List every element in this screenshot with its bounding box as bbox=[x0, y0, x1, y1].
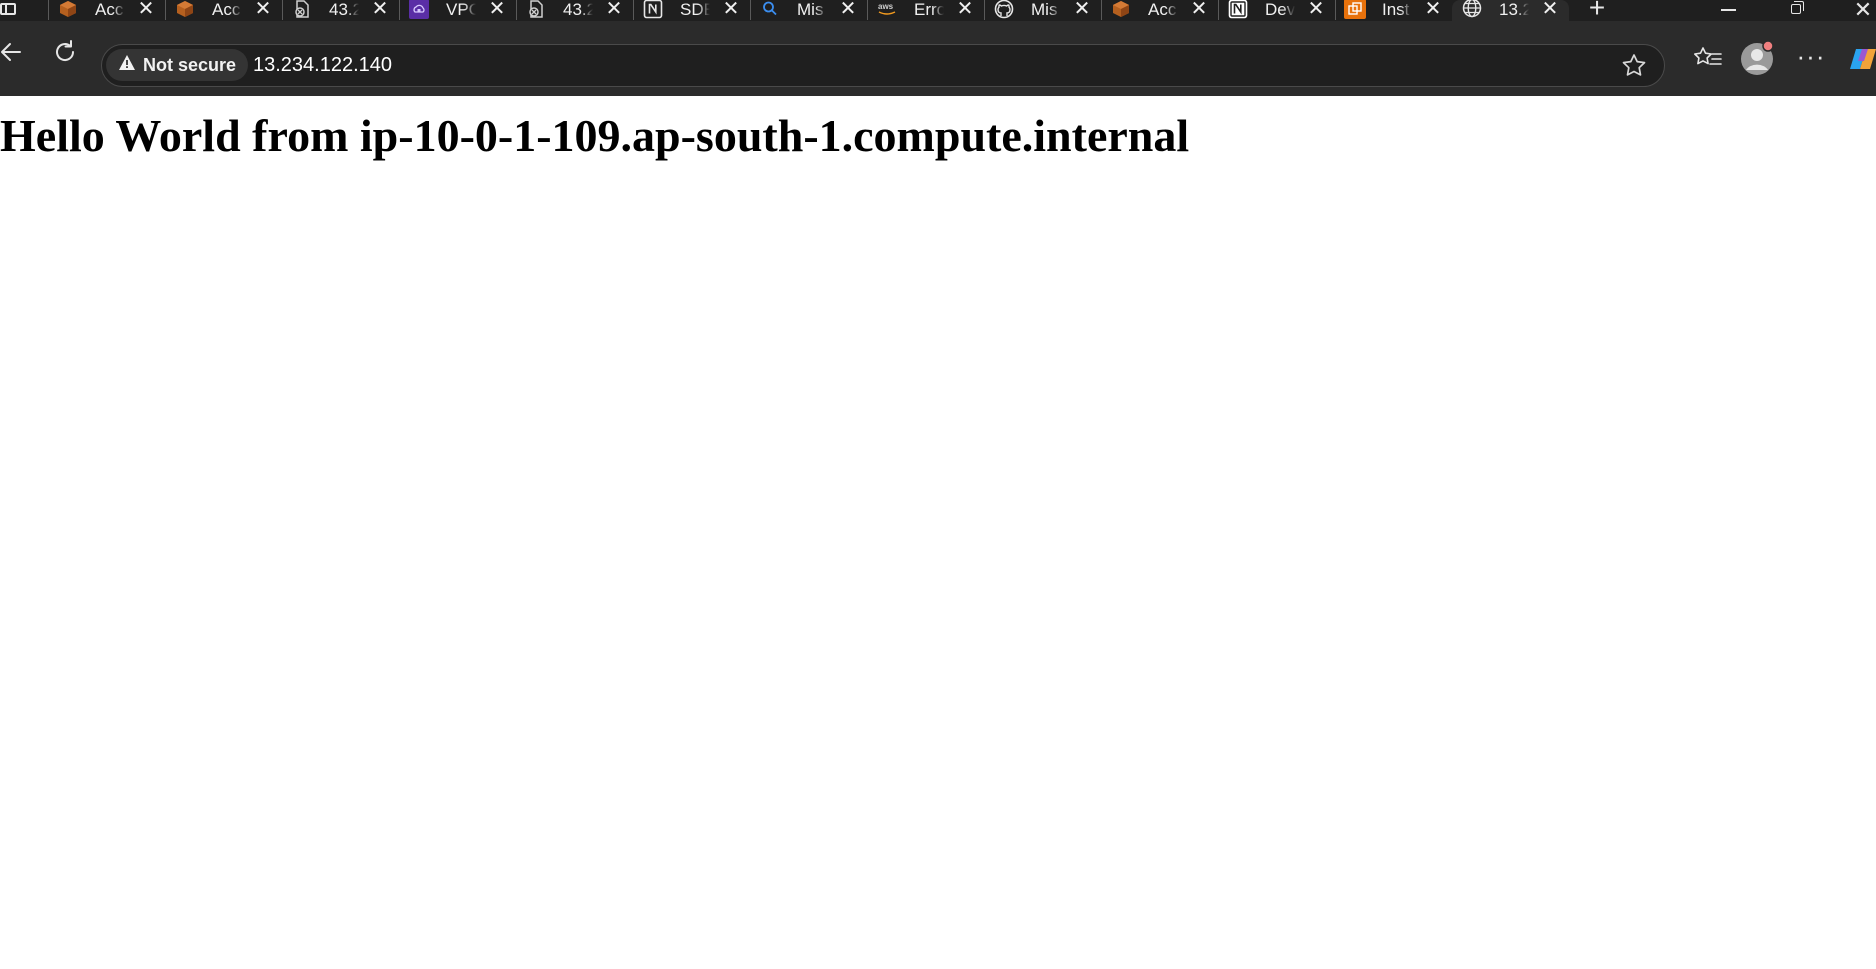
tab[interactable]: SDE ✕ bbox=[633, 0, 750, 21]
tab[interactable]: Mis ✕ bbox=[984, 0, 1101, 21]
github-icon bbox=[993, 0, 1015, 19]
notion-icon bbox=[1227, 0, 1249, 19]
search-icon bbox=[759, 0, 781, 18]
box-icon bbox=[57, 0, 79, 18]
tab-title: Mis bbox=[797, 0, 824, 19]
tab-title: 13.2 bbox=[1499, 0, 1529, 19]
tab-separator bbox=[633, 0, 634, 20]
tab-separator bbox=[282, 0, 283, 20]
browser-window: Acc ✕ Acc ✕ 43.2 ✕ VPC ✕ 43.2 ✕ SDE ✕ Mi… bbox=[0, 0, 1876, 969]
tab-title: Acc bbox=[1148, 0, 1177, 19]
close-icon[interactable]: ✕ bbox=[253, 0, 273, 19]
refresh-icon[interactable] bbox=[45, 32, 85, 72]
close-icon[interactable]: ✕ bbox=[487, 0, 507, 19]
tab-list: Acc ✕ Acc ✕ 43.2 ✕ VPC ✕ 43.2 ✕ SDE ✕ Mi… bbox=[48, 0, 1569, 21]
back-arrow-icon[interactable] bbox=[0, 32, 32, 72]
close-icon[interactable]: ✕ bbox=[1540, 0, 1560, 19]
page-viewport: Hello World from ip-10-0-1-109.ap-south-… bbox=[0, 96, 1876, 969]
close-icon[interactable]: ✕ bbox=[1306, 0, 1326, 19]
svg-text:aws: aws bbox=[878, 2, 894, 11]
tab[interactable]: Acc ✕ bbox=[1101, 0, 1218, 21]
close-icon[interactable]: ✕ bbox=[1189, 0, 1209, 19]
tab-separator bbox=[1335, 0, 1336, 20]
aws-icon: aws bbox=[876, 0, 898, 18]
tab[interactable]: aws Erro ✕ bbox=[867, 0, 984, 21]
tab-separator bbox=[399, 0, 400, 20]
browser-toolbar: Not secure 13.234.122.140 ··· bbox=[0, 21, 1876, 96]
favorites-icon[interactable] bbox=[1688, 39, 1728, 79]
tab-separator bbox=[1101, 0, 1102, 20]
tab-title: Erro bbox=[914, 0, 944, 19]
box-icon bbox=[174, 0, 196, 18]
blocked-page-icon bbox=[525, 0, 547, 18]
tab-separator bbox=[750, 0, 751, 20]
copilot-icon[interactable] bbox=[1846, 39, 1876, 79]
tab-title: Dev bbox=[1265, 0, 1295, 19]
tab[interactable]: 43.2 ✕ bbox=[282, 0, 399, 21]
tab[interactable]: Acc ✕ bbox=[48, 0, 165, 21]
restore-icon[interactable] bbox=[1775, 0, 1821, 21]
tab-title: Inst bbox=[1382, 0, 1410, 19]
more-options-icon[interactable]: ··· bbox=[1791, 39, 1831, 79]
tab[interactable]: 43.2 ✕ bbox=[516, 0, 633, 21]
tab-actions-menu-icon[interactable] bbox=[0, 0, 26, 21]
minimize-icon[interactable] bbox=[1706, 0, 1752, 21]
tab-separator bbox=[165, 0, 166, 20]
tab-title: VPC bbox=[446, 0, 476, 19]
address-bar[interactable]: Not secure 13.234.122.140 bbox=[101, 44, 1665, 87]
tab-title: Acc bbox=[95, 0, 124, 19]
tab-separator bbox=[48, 0, 49, 20]
notion-icon bbox=[642, 0, 664, 19]
tab[interactable]: Inst ✕ bbox=[1335, 0, 1452, 21]
tab-title: 43.2 bbox=[329, 0, 359, 19]
close-icon[interactable]: ✕ bbox=[1072, 0, 1092, 19]
box-icon bbox=[1110, 0, 1132, 18]
tab[interactable]: Mis ✕ bbox=[750, 0, 867, 21]
tab-title: Acc bbox=[212, 0, 241, 19]
tab-separator bbox=[516, 0, 517, 20]
tab-separator bbox=[984, 0, 985, 20]
close-icon[interactable]: ✕ bbox=[370, 0, 390, 19]
globe-icon bbox=[1461, 0, 1483, 18]
instance-icon bbox=[1344, 0, 1366, 19]
close-icon[interactable]: ✕ bbox=[955, 0, 975, 19]
not-secure-label: Not secure bbox=[143, 54, 237, 75]
tab-separator bbox=[867, 0, 868, 20]
tab[interactable]: VPC ✕ bbox=[399, 0, 516, 21]
warning-icon bbox=[118, 54, 136, 76]
close-icon[interactable]: ✕ bbox=[838, 0, 858, 19]
tab-active[interactable]: 13.2 ✕ bbox=[1452, 0, 1569, 21]
new-tab-plus-icon[interactable]: + bbox=[1583, 0, 1611, 21]
blocked-page-icon bbox=[291, 0, 313, 18]
close-icon[interactable]: ✕ bbox=[721, 0, 741, 19]
tab-separator bbox=[1218, 0, 1219, 20]
close-icon[interactable]: ✕ bbox=[604, 0, 624, 19]
tab-strip: Acc ✕ Acc ✕ 43.2 ✕ VPC ✕ 43.2 ✕ SDE ✕ Mi… bbox=[0, 0, 1876, 21]
tab-title: 43.2 bbox=[563, 0, 593, 19]
tab-title: SDE bbox=[680, 0, 710, 19]
tab[interactable]: Acc ✕ bbox=[165, 0, 282, 21]
page-heading: Hello World from ip-10-0-1-109.ap-south-… bbox=[0, 110, 1190, 161]
vpc-icon bbox=[408, 0, 430, 19]
window-close-icon[interactable]: ✕ bbox=[1840, 0, 1876, 21]
profile-avatar-icon[interactable] bbox=[1737, 39, 1777, 79]
tab-title: Mis bbox=[1031, 0, 1058, 19]
site-info-button[interactable]: Not secure bbox=[106, 49, 249, 81]
close-icon[interactable]: ✕ bbox=[136, 0, 156, 19]
close-icon[interactable]: ✕ bbox=[1423, 0, 1443, 19]
star-icon[interactable] bbox=[1618, 50, 1650, 82]
url-text[interactable]: 13.234.122.140 bbox=[253, 45, 392, 86]
tab[interactable]: Dev ✕ bbox=[1218, 0, 1335, 21]
